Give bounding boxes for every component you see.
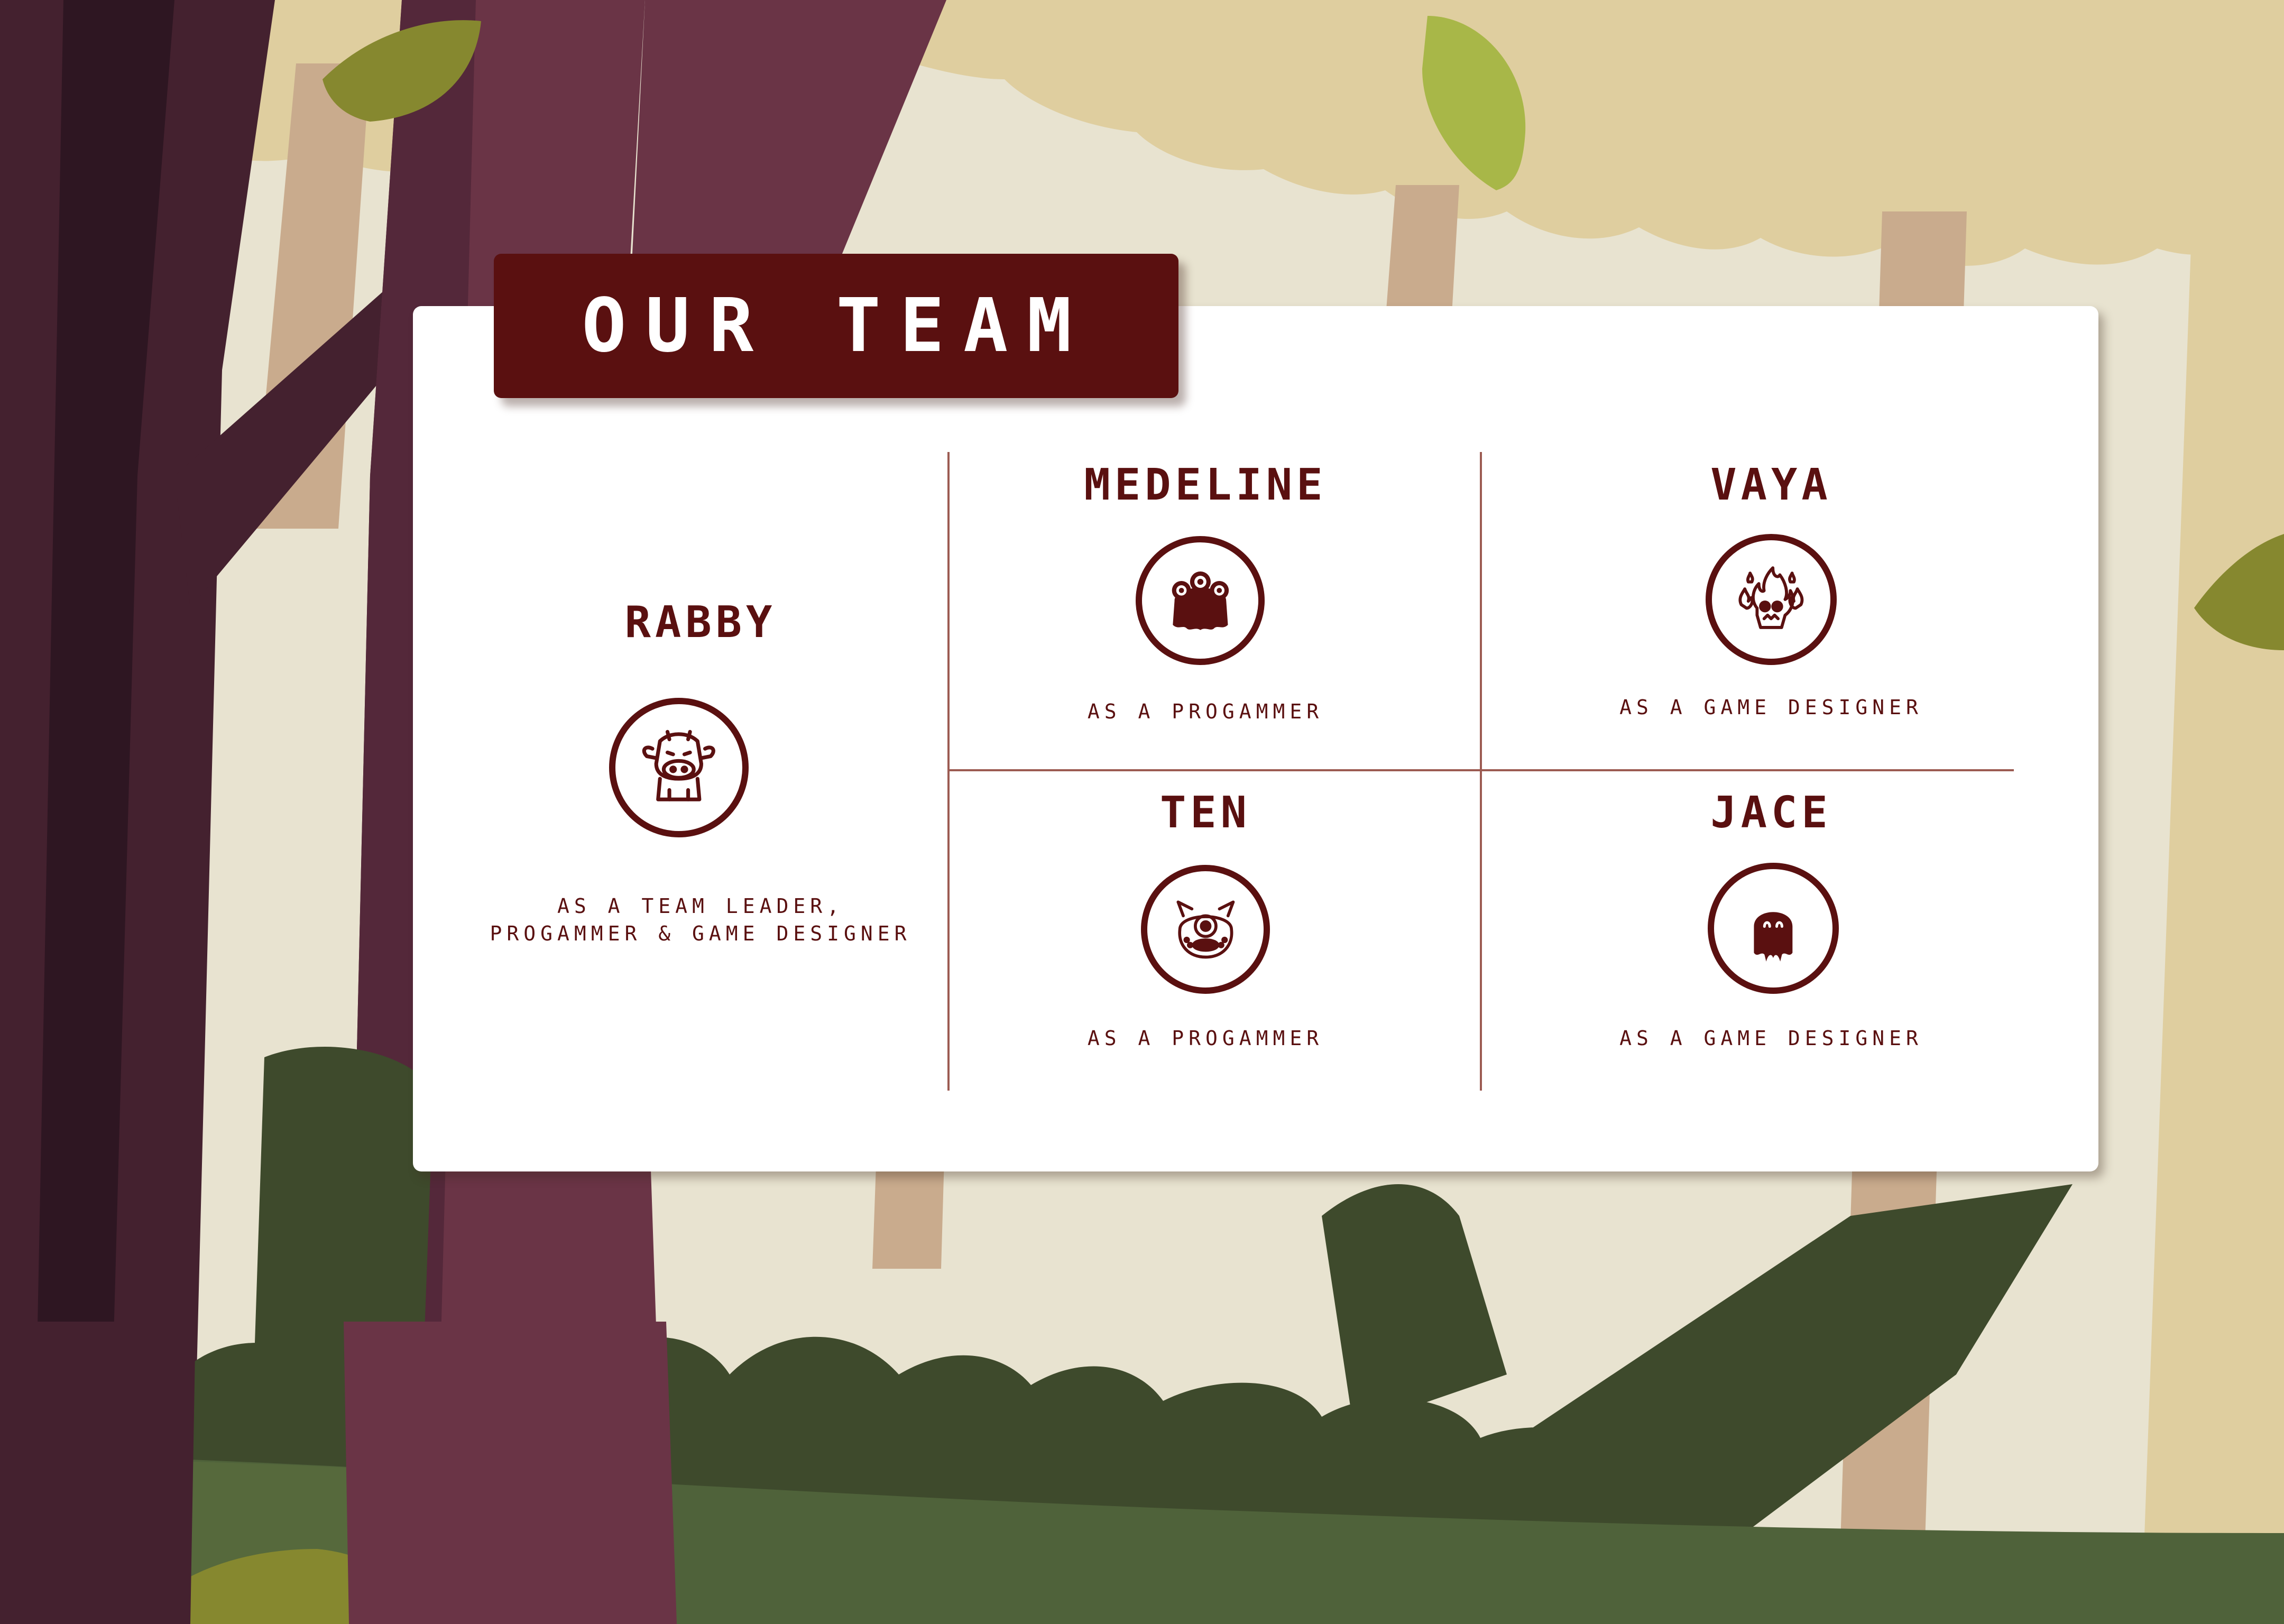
team-member-vaya: VAYA AS A GAME DESIGNER	[1560, 460, 1983, 735]
member-name: MEDELINE	[1084, 460, 1327, 510]
avatar	[1141, 865, 1270, 994]
team-member-rabby: RABBY AS A TEAM LEADER, PROGAMMER & GAME…	[476, 597, 925, 967]
member-name: RABBY	[624, 597, 777, 648]
grid-divider-vertical-left	[947, 452, 950, 1091]
team-member-ten: TEN AS A PROGAMMER	[994, 788, 1417, 1063]
ghost-icon	[1754, 912, 1793, 962]
member-role: AS A PROGAMMER	[1087, 700, 1324, 723]
team-member-jace: JACE AS A GAME DESIGNER	[1560, 788, 1983, 1063]
team-member-medeline: MEDELINE AS A PROGAMMER	[994, 460, 1417, 735]
avatar	[1136, 536, 1265, 665]
member-role-line2: PROGAMMER & GAME DESIGNER	[490, 922, 911, 945]
three-eyed-monster-icon	[1172, 571, 1229, 630]
member-name: JACE	[1710, 788, 1832, 838]
avatar	[609, 698, 749, 837]
member-role: AS A TEAM LEADER, PROGAMMER & GAME DESIG…	[476, 892, 925, 947]
section-banner: OUR TEAM	[494, 254, 1178, 398]
avatar	[1706, 534, 1837, 665]
member-name: TEN	[1159, 788, 1251, 838]
grid-divider-vertical-right	[1480, 452, 1482, 1091]
section-title: OUR TEAM	[582, 283, 1091, 369]
member-role-line1: AS A TEAM LEADER,	[557, 894, 844, 918]
member-role: AS A PROGAMMER	[1087, 1027, 1324, 1050]
member-role: AS A GAME DESIGNER	[1619, 696, 1923, 719]
grid-divider-horizontal	[947, 769, 2014, 771]
avatar	[1708, 863, 1839, 994]
cow-icon	[642, 730, 715, 801]
member-name: VAYA	[1710, 460, 1832, 510]
cyclops-monster-icon	[1176, 900, 1235, 958]
fire-skull-icon	[1738, 566, 1804, 629]
member-role: AS A GAME DESIGNER	[1619, 1027, 1923, 1050]
